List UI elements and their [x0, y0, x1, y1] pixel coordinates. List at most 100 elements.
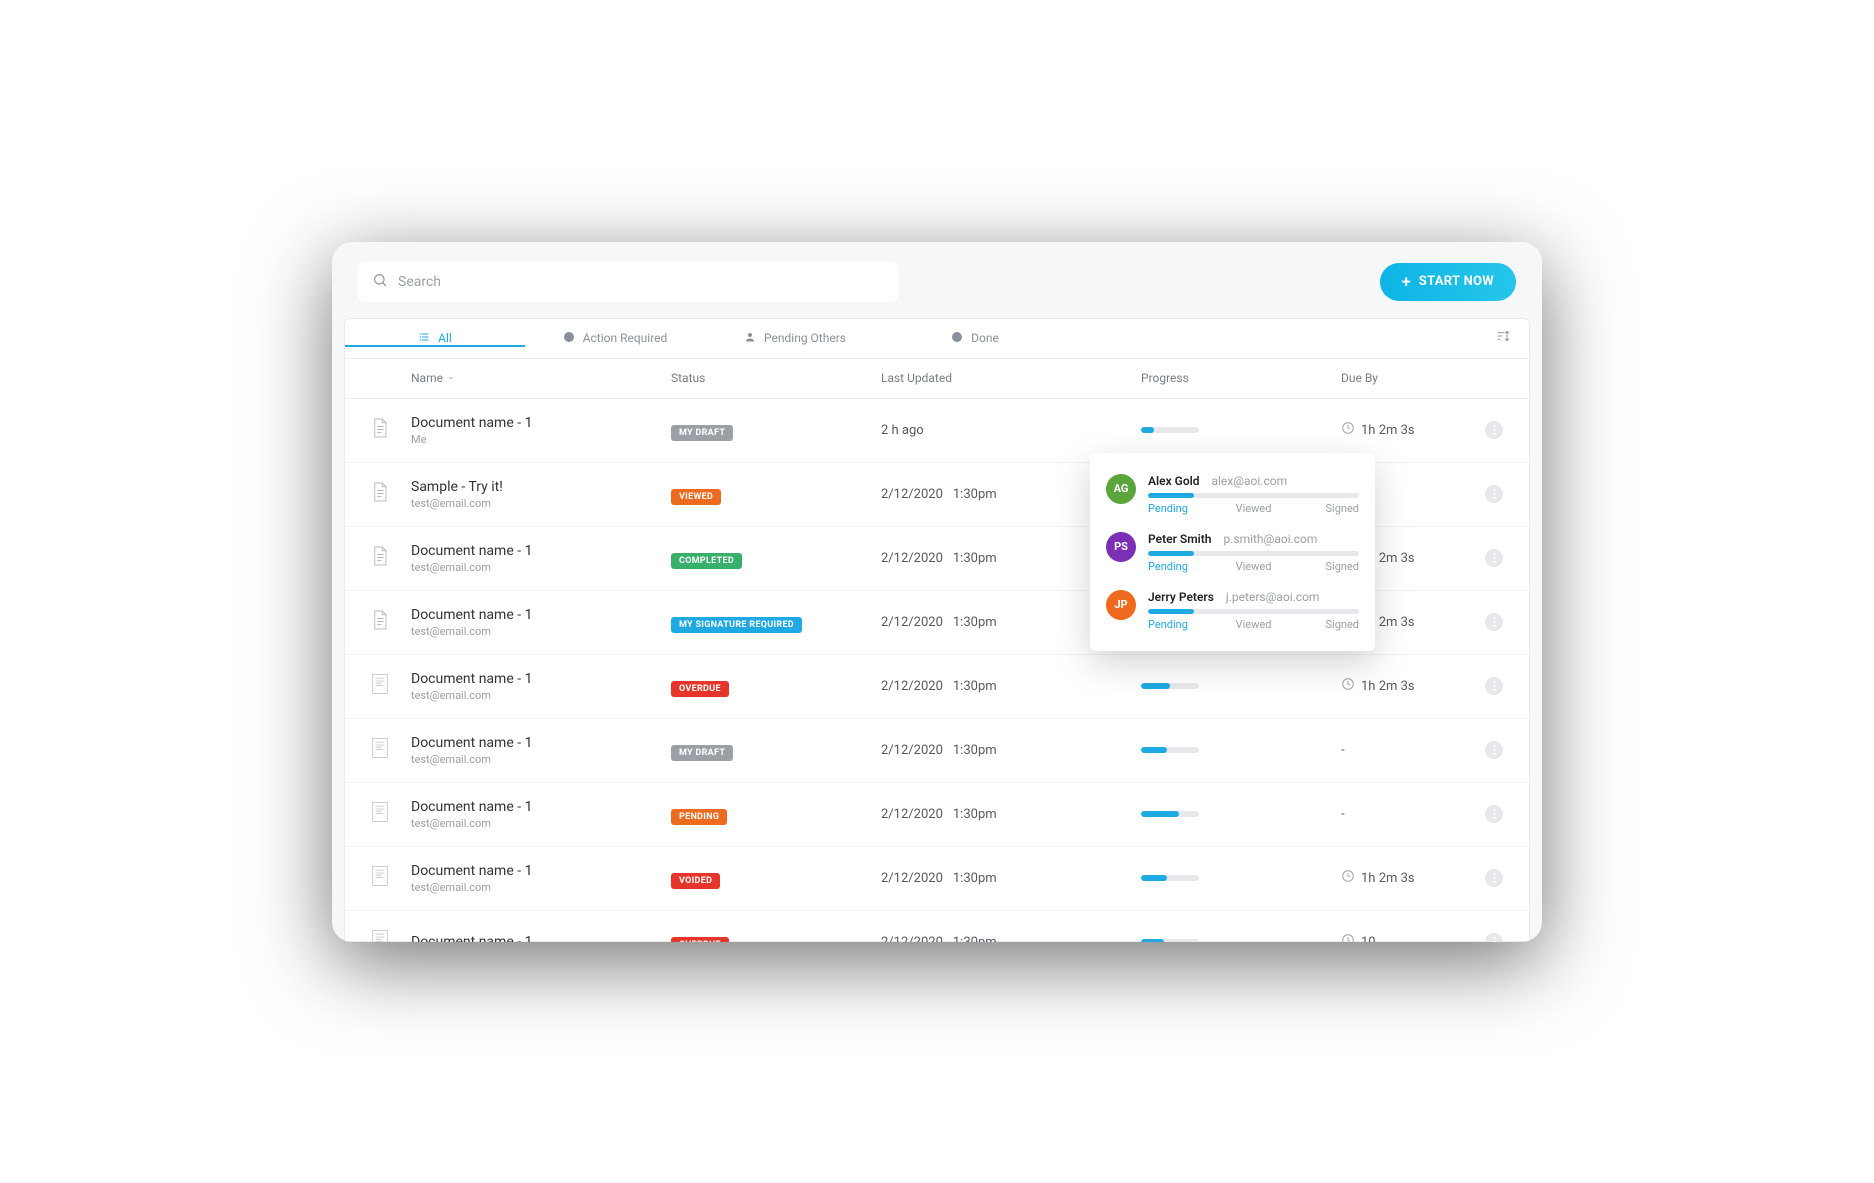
status-cell: OVERDUE — [671, 676, 881, 697]
tabs: All Action Required Pending Others Done — [345, 319, 1529, 359]
status-cell: MY SIGNATURE REQUIRED — [671, 612, 881, 633]
col-updated[interactable]: Last Updated — [881, 371, 1141, 385]
more-button[interactable] — [1485, 549, 1503, 567]
user-icon — [744, 331, 756, 346]
more-button[interactable] — [1485, 741, 1503, 759]
sort-button[interactable] — [1495, 328, 1511, 348]
due-cell: 1h 2m 3s — [1341, 677, 1473, 695]
document-icon — [371, 481, 411, 507]
progress-bar — [1141, 747, 1199, 753]
name-cell: Document name - 1test@email.com — [411, 671, 671, 702]
due-cell: 1h 2m 3s — [1341, 869, 1473, 887]
status-badge: VOIDED — [671, 873, 720, 889]
row-actions — [1473, 613, 1503, 631]
plus-icon: + — [1402, 272, 1411, 291]
more-button[interactable] — [1485, 869, 1503, 887]
status-cell: MY DRAFT — [671, 420, 881, 441]
app-card: + START NOW All Action Required Pending … — [332, 242, 1542, 942]
more-button[interactable] — [1485, 613, 1503, 631]
row-actions — [1473, 741, 1503, 759]
name-cell: Sample - Try it!test@email.com — [411, 479, 671, 510]
check-circle-icon — [951, 331, 963, 346]
document-sender: test@email.com — [411, 881, 671, 894]
person-progress-bar — [1148, 493, 1359, 498]
status-cell: OVERDUE — [671, 932, 881, 942]
progress-cell — [1141, 875, 1341, 881]
progress-bar — [1141, 811, 1199, 817]
col-name[interactable]: Name — [411, 371, 671, 385]
progress-cell — [1141, 747, 1341, 753]
status-cell: VIEWED — [671, 484, 881, 505]
table-row[interactable]: Document name - 1test@email.comMY DRAFT2… — [345, 719, 1529, 783]
name-cell: Document name - 1Me — [411, 415, 671, 446]
person-email: alex@aoi.com — [1211, 474, 1287, 488]
tab-action-required[interactable]: Action Required — [525, 331, 705, 346]
search-box[interactable] — [358, 262, 898, 302]
search-icon — [372, 272, 388, 292]
status-badge: PENDING — [671, 809, 727, 825]
popover-person: PSPeter Smithp.smith@aoi.comPendingViewe… — [1106, 525, 1359, 583]
progress-cell — [1141, 811, 1341, 817]
list-icon — [418, 331, 430, 346]
status-badge: MY DRAFT — [671, 425, 733, 441]
avatar: PS — [1106, 532, 1136, 562]
document-name: Document name - 1 — [411, 863, 671, 879]
popover-person: AGAlex Goldalex@aoi.comPendingViewedSign… — [1106, 467, 1359, 525]
tab-pending-others[interactable]: Pending Others — [705, 331, 885, 346]
clock-icon — [1341, 933, 1355, 942]
clock-icon — [1341, 869, 1355, 887]
more-button[interactable] — [1485, 677, 1503, 695]
row-actions — [1473, 869, 1503, 887]
due-cell: 1h 2m 3s — [1341, 421, 1473, 439]
popover-person: JPJerry Petersj.peters@aoi.comPendingVie… — [1106, 583, 1359, 641]
col-progress[interactable]: Progress — [1141, 371, 1341, 385]
status-cell: COMPLETED — [671, 548, 881, 569]
status-badge: MY DRAFT — [671, 745, 733, 761]
updated-cell: 2 h ago — [881, 423, 1141, 438]
col-status[interactable]: Status — [671, 371, 881, 385]
due-cell: - — [1341, 807, 1473, 822]
tab-done[interactable]: Done — [885, 331, 1065, 346]
due-cell: 10 — [1341, 933, 1473, 942]
name-cell: Document name - 1test@email.com — [411, 543, 671, 574]
more-button[interactable] — [1485, 421, 1503, 439]
progress-bar — [1141, 875, 1199, 881]
status-badge: VIEWED — [671, 489, 721, 505]
document-icon — [371, 865, 411, 891]
person-name: Alex Gold — [1148, 474, 1199, 488]
person-name: Peter Smith — [1148, 532, 1211, 546]
table-row[interactable]: Document name - 1test@email.comOVERDUE2/… — [345, 655, 1529, 719]
row-actions — [1473, 485, 1503, 503]
document-sender: test@email.com — [411, 689, 671, 702]
person-stages: PendingViewedSigned — [1148, 618, 1359, 631]
progress-cell — [1141, 683, 1341, 689]
table-row[interactable]: Document name - 1test@email.comPENDING2/… — [345, 783, 1529, 847]
search-input[interactable] — [398, 274, 884, 290]
updated-cell: 2/12/20201:30pm — [881, 935, 1141, 942]
document-icon — [371, 673, 411, 699]
table-row[interactable]: Document name - 1OVERDUE2/12/20201:30pm1… — [345, 911, 1529, 942]
document-name: Document name - 1 — [411, 415, 671, 431]
col-due[interactable]: Due By — [1341, 371, 1473, 385]
updated-cell: 2/12/20201:30pm — [881, 871, 1141, 886]
more-button[interactable] — [1485, 485, 1503, 503]
progress-bar — [1141, 939, 1199, 942]
progress-cell — [1141, 427, 1341, 433]
more-button[interactable] — [1485, 933, 1503, 942]
start-now-button[interactable]: + START NOW — [1380, 263, 1516, 301]
status-badge: OVERDUE — [671, 681, 729, 697]
document-sender: test@email.com — [411, 753, 671, 766]
document-sender: test@email.com — [411, 625, 671, 638]
document-icon — [371, 929, 411, 942]
status-cell: MY DRAFT — [671, 740, 881, 761]
row-actions — [1473, 677, 1503, 695]
more-button[interactable] — [1485, 805, 1503, 823]
document-icon — [371, 801, 411, 827]
person-email: j.peters@aoi.com — [1226, 590, 1320, 604]
table-row[interactable]: Document name - 1 test@email.comVOIDED 2/1… — [345, 847, 1529, 911]
document-name: Sample - Try it! — [411, 479, 671, 495]
row-actions — [1473, 421, 1503, 439]
document-name: Document name - 1 — [411, 799, 671, 815]
progress-bar — [1141, 427, 1199, 433]
tab-all[interactable]: All — [345, 331, 525, 346]
